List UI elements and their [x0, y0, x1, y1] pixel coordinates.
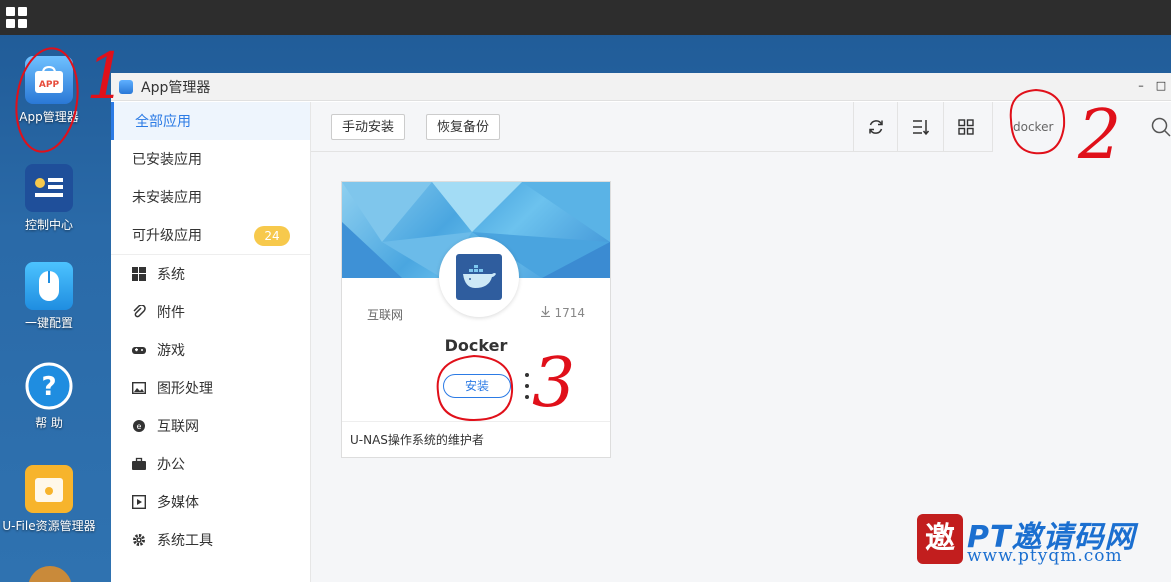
sidebar-item-upgradable[interactable]: 可升级应用 24 — [111, 216, 310, 254]
minimize-button[interactable]: – — [1135, 79, 1147, 92]
gamepad-icon — [132, 343, 146, 357]
paperclip-icon — [132, 305, 146, 319]
desktop-icon-help[interactable]: ? 帮 助 — [1, 362, 97, 430]
category-label: 互联网 — [157, 419, 199, 435]
briefcase-icon — [132, 457, 146, 471]
app-card-docker[interactable]: 互联网 1714 Docker 安装 U-NAS操作系统的维护者 — [341, 181, 611, 458]
desktop-icon-u-file[interactable]: U-File资源管理器 — [1, 465, 97, 533]
grid-view-icon — [957, 119, 974, 135]
desktop-icon-label: App管理器 — [19, 110, 79, 124]
download-icon — [540, 306, 550, 318]
category-label: 系统工具 — [157, 533, 213, 549]
sort-button[interactable] — [897, 102, 941, 152]
sidebar-item-label: 全部应用 — [135, 114, 191, 130]
play-icon — [132, 495, 146, 509]
sidebar-item-installed[interactable]: 已安装应用 — [111, 140, 310, 178]
docker-logo — [439, 237, 519, 317]
download-count-value: 1714 — [554, 306, 585, 320]
svg-text:APP: APP — [39, 80, 60, 90]
sidebar-item-not-installed[interactable]: 未安装应用 — [111, 178, 310, 216]
sidebar-item-label: 未安装应用 — [132, 190, 202, 206]
category-multimedia[interactable]: 多媒体 — [111, 483, 310, 521]
search-box — [992, 102, 1171, 152]
restore-backup-button[interactable]: 恢复备份 — [426, 114, 501, 140]
grid-view-button[interactable] — [943, 102, 987, 152]
category-accessories[interactable]: 附件 — [111, 293, 310, 331]
desktop-icon-control-center[interactable]: 控制中心 — [1, 164, 97, 232]
desktop-icon-app-manager[interactable]: APP App管理器 — [1, 56, 97, 124]
control-panel-icon — [25, 164, 73, 212]
top-bar — [0, 0, 1171, 35]
window-title: App管理器 — [141, 79, 211, 96]
windows-icon — [132, 267, 146, 281]
sidebar-item-label: 可升级应用 — [132, 228, 202, 244]
app-category: 互联网 — [367, 308, 404, 322]
globe-icon: e — [132, 419, 146, 433]
refresh-button[interactable] — [853, 102, 897, 152]
desktop-icon-label: 一键配置 — [24, 316, 73, 330]
sidebar: 全部应用 已安装应用 未安装应用 可升级应用 24 系统 附件 游戏 图形处理 — [111, 102, 311, 582]
window-titlebar[interactable]: App管理器 – □ — [111, 73, 1171, 101]
search-input[interactable] — [1013, 117, 1133, 137]
svg-text:e: e — [137, 422, 142, 431]
install-button[interactable]: 安装 — [443, 374, 511, 398]
app-manager-title-icon — [119, 79, 133, 94]
watermark: 邀 PT邀请码网 www.ptyqm.com — [915, 512, 1165, 568]
more-options-icon[interactable] — [523, 373, 531, 399]
watermark-seal: 邀 — [917, 514, 963, 564]
docker-whale-icon — [456, 254, 502, 300]
category-graphics[interactable]: 图形处理 — [111, 369, 310, 407]
image-icon — [132, 381, 146, 395]
category-label: 多媒体 — [157, 495, 199, 511]
upgrade-count-badge: 24 — [254, 226, 290, 246]
category-label: 游戏 — [157, 343, 185, 359]
category-label: 附件 — [157, 305, 185, 321]
app-description: U-NAS操作系统的维护者 — [342, 421, 610, 457]
desktop-icon-label: 控制中心 — [24, 218, 73, 232]
start-menu-icon[interactable] — [6, 7, 28, 29]
sidebar-item-all-apps[interactable]: 全部应用 — [111, 102, 310, 140]
category-games[interactable]: 游戏 — [111, 331, 310, 369]
search-icon[interactable] — [1151, 117, 1171, 137]
app-store-icon: APP — [25, 56, 73, 104]
category-system-tools[interactable]: 系统工具 — [111, 521, 310, 559]
gear-icon — [132, 533, 146, 547]
help-icon: ? — [25, 362, 73, 410]
partial-desktop-icon — [28, 566, 72, 582]
maximize-button[interactable]: □ — [1155, 79, 1167, 92]
category-internet[interactable]: e 互联网 — [111, 407, 310, 445]
app-manager-window: App管理器 – □ 全部应用 已安装应用 未安装应用 可升级应用 24 系统 … — [111, 73, 1171, 582]
category-label: 办公 — [157, 457, 185, 473]
sort-icon — [912, 120, 929, 136]
manual-install-button[interactable]: 手动安装 — [331, 114, 406, 140]
folder-icon — [25, 465, 73, 513]
svg-text:?: ? — [41, 372, 56, 402]
download-count: 1714 — [540, 306, 585, 320]
main-content: 手动安装 恢复备份 docker 互联网 1714 Docker 安装 U-NA… — [311, 102, 1171, 582]
desktop-icon-label: U-File资源管理器 — [2, 519, 96, 533]
desktop-icon-label: 帮 助 — [35, 416, 63, 430]
sidebar-item-label: 已安装应用 — [132, 152, 202, 168]
app-name: Docker — [444, 336, 508, 355]
watermark-url: www.ptyqm.com — [967, 546, 1123, 566]
category-system[interactable]: 系统 — [111, 255, 310, 293]
desktop-icon-one-click-config[interactable]: 一键配置 — [1, 262, 97, 330]
refresh-icon — [868, 120, 883, 134]
category-office[interactable]: 办公 — [111, 445, 310, 483]
category-label: 系统 — [157, 267, 185, 283]
mouse-icon — [25, 262, 73, 310]
category-label: 图形处理 — [157, 381, 213, 397]
toolbar: 手动安装 恢复备份 — [311, 102, 1171, 152]
